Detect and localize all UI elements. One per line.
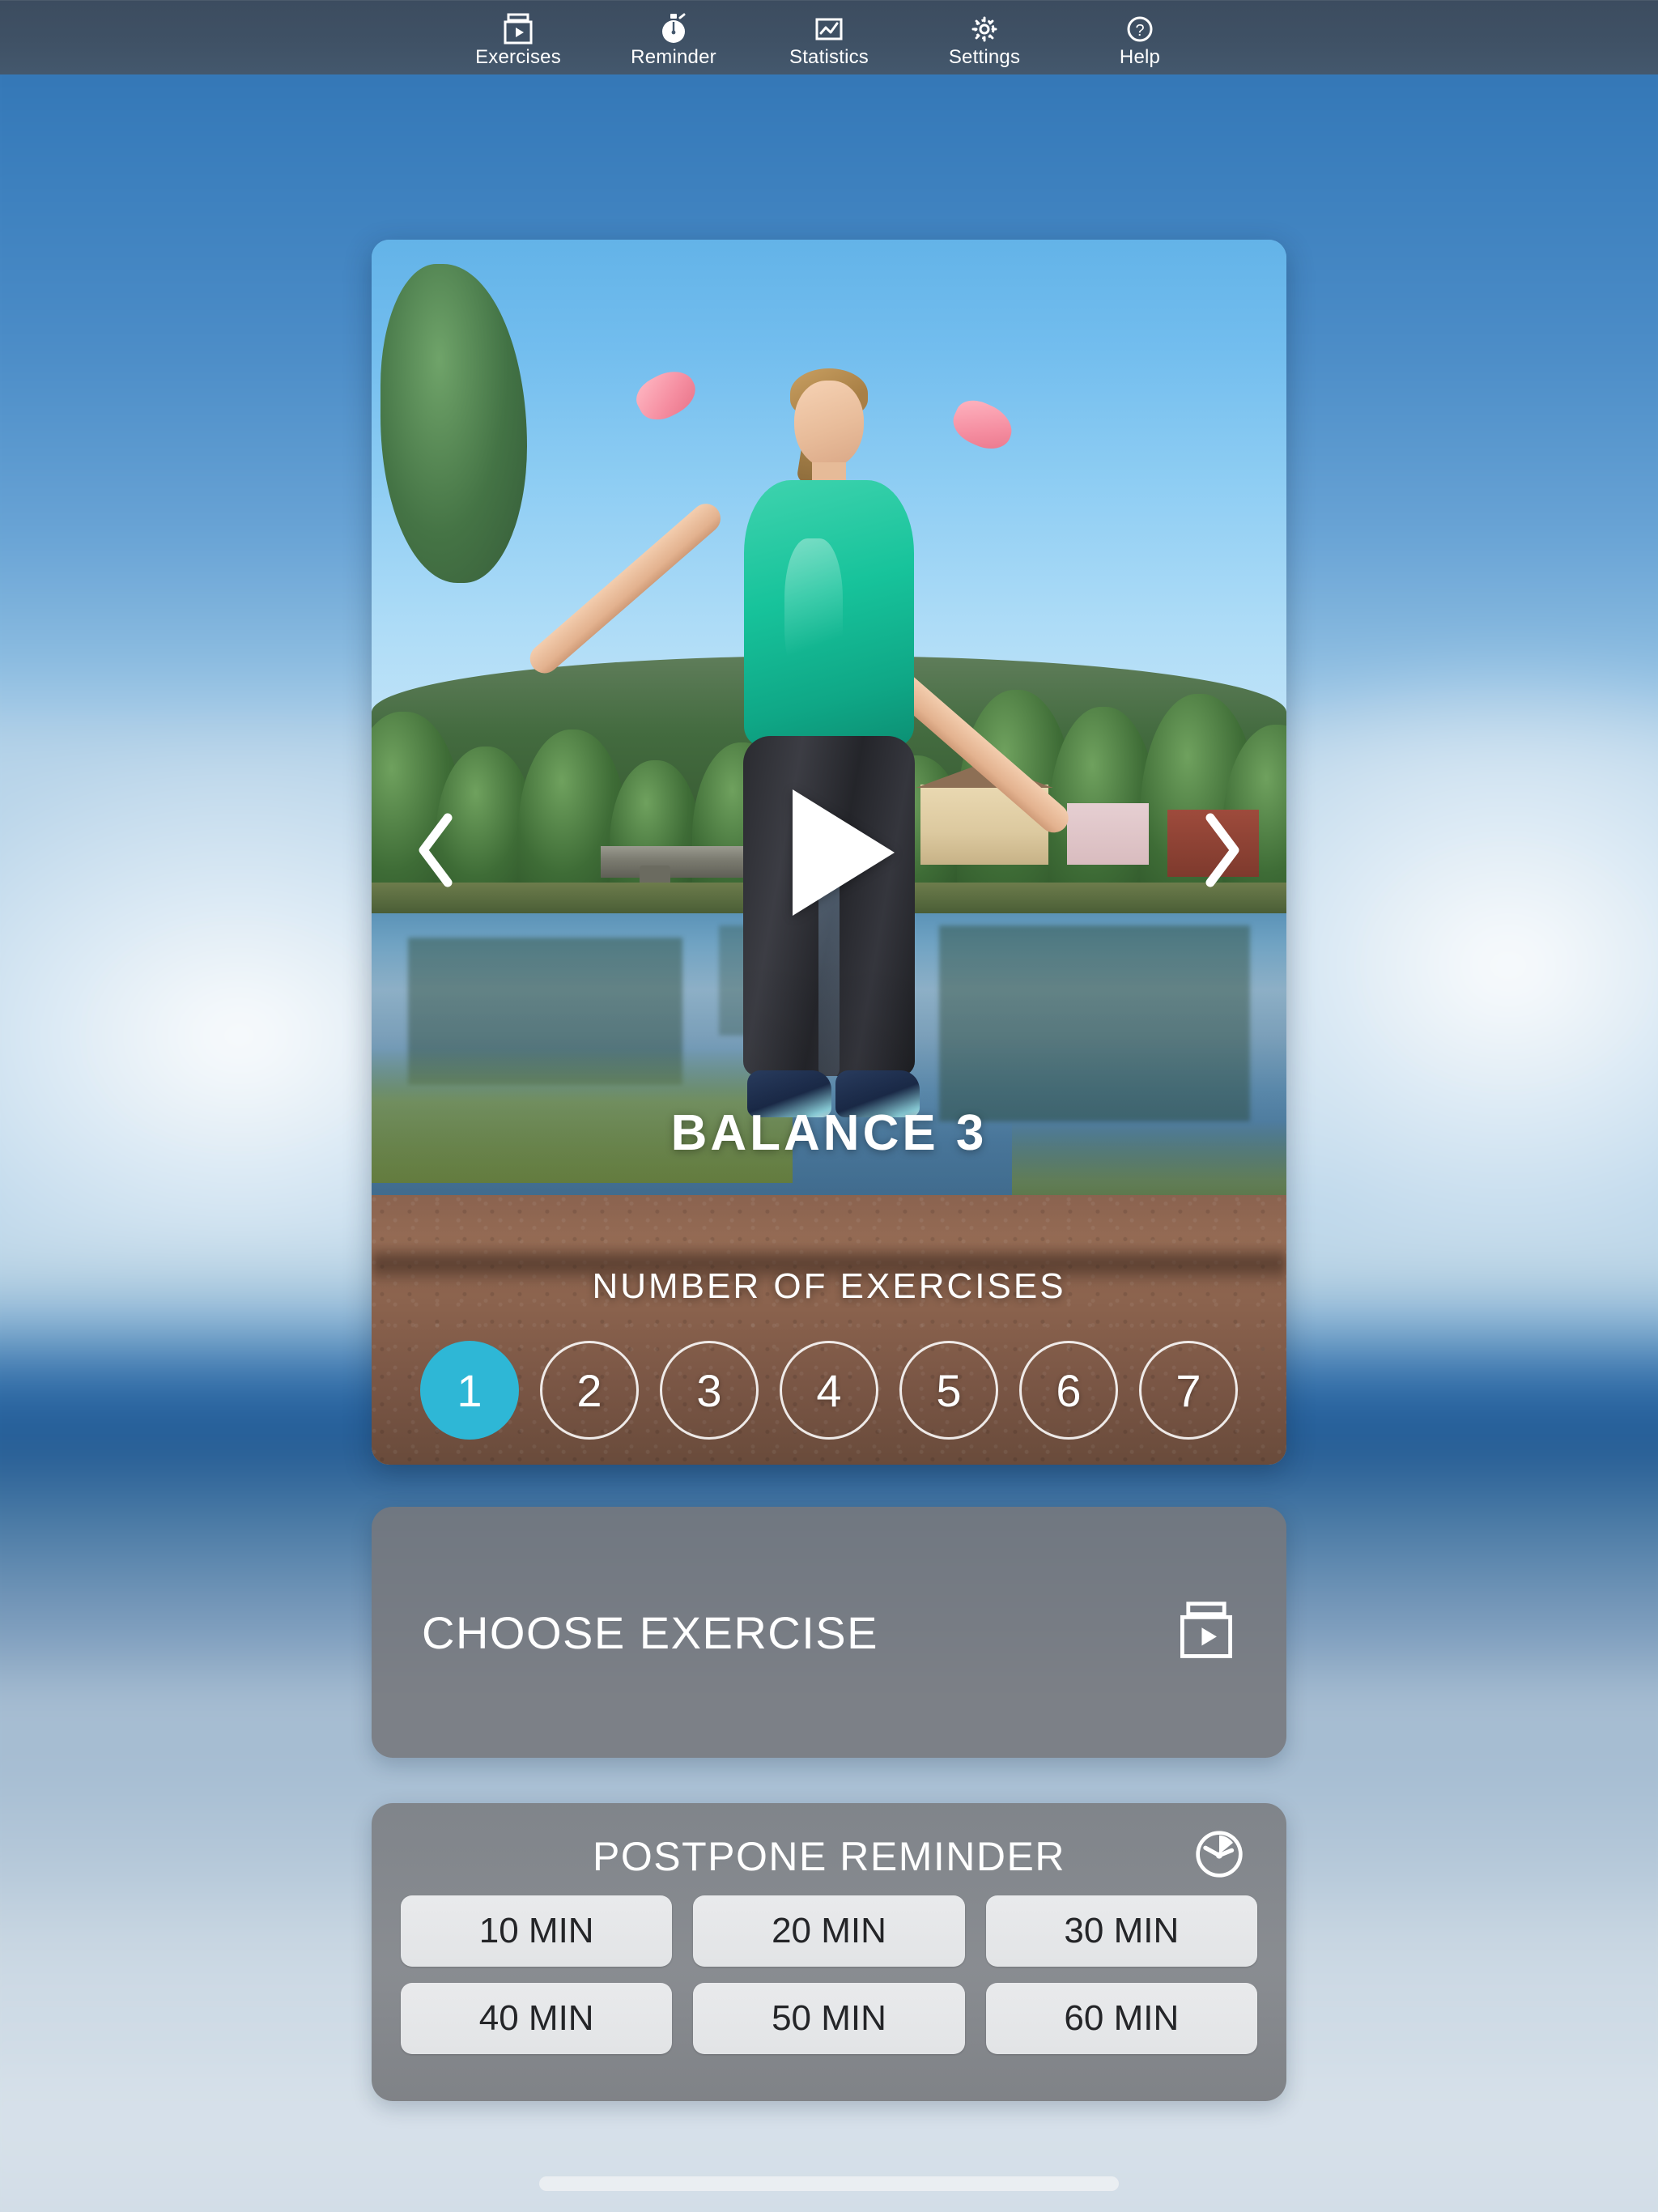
exercise-count-option[interactable]: 3 [660,1341,759,1440]
exercise-count-option[interactable]: 7 [1139,1341,1238,1440]
nav-label-statistics: Statistics [789,46,869,68]
question-mark-icon: ? [1124,12,1155,46]
nav-label-help: Help [1119,46,1161,68]
nav-item-settings[interactable]: Settings [907,7,1062,67]
exercise-count-selector: 1 2 3 4 5 6 7 [372,1341,1286,1440]
chevron-right-icon [1197,811,1246,893]
exercise-count-option[interactable]: 1 [420,1341,519,1440]
home-indicator[interactable] [539,2176,1119,2191]
choose-exercise-label: CHOOSE EXERCISE [422,1606,878,1658]
exercise-count-option[interactable]: 6 [1019,1341,1118,1440]
exercise-count-option[interactable]: 4 [780,1341,878,1440]
play-triangle-icon[interactable] [793,789,895,916]
gear-icon [969,12,1000,46]
next-exercise-arrow[interactable] [1192,811,1251,893]
stopwatch-icon [658,12,689,46]
postpone-reminder-header: POSTPONE REMINDER [401,1826,1257,1887]
postpone-options-grid: 10 MIN 20 MIN 30 MIN 40 MIN 50 MIN 60 MI… [401,1895,1257,2054]
number-of-exercises-label: NUMBER OF EXERCISES [592,1266,1066,1306]
postpone-reminder-panel: POSTPONE REMINDER 10 MIN 20 MIN 30 MIN 4… [372,1803,1286,2101]
postpone-option-button[interactable]: 30 MIN [985,1895,1257,1967]
nav-label-settings: Settings [948,46,1021,68]
nav-label-exercises: Exercises [475,46,561,68]
line-chart-icon [814,12,844,46]
main-content: BALANCE 3 NUMBER OF EXERCISES 1 2 3 4 5 … [372,240,1286,2101]
top-navigation-bar: Exercises Reminder Statistics Settings ?… [0,0,1658,74]
exercise-title: BALANCE 3 [670,1105,988,1161]
exercise-count-option[interactable]: 5 [899,1341,998,1440]
chevron-left-icon [412,811,461,893]
previous-exercise-arrow[interactable] [407,811,466,893]
postpone-option-button[interactable]: 40 MIN [401,1983,673,2054]
nav-item-help[interactable]: ? Help [1062,7,1218,67]
postpone-option-button[interactable]: 10 MIN [401,1895,673,1967]
nav-item-statistics[interactable]: Statistics [751,7,907,67]
exercise-count-option[interactable]: 2 [540,1341,639,1440]
nav-item-reminder[interactable]: Reminder [596,7,751,67]
svg-text:?: ? [1135,22,1144,40]
postpone-option-button[interactable]: 60 MIN [985,1983,1257,2054]
postpone-option-button[interactable]: 20 MIN [693,1895,965,1967]
postpone-option-button[interactable]: 50 MIN [693,1983,965,2054]
choose-exercise-button[interactable]: CHOOSE EXERCISE [372,1507,1286,1758]
nav-label-reminder: Reminder [631,46,716,68]
nav-item-exercises[interactable]: Exercises [440,7,596,67]
exercise-video-card[interactable]: BALANCE 3 NUMBER OF EXERCISES 1 2 3 4 5 … [372,240,1286,1465]
video-box-icon [1176,1601,1236,1665]
postpone-reminder-title: POSTPONE REMINDER [593,1834,1065,1879]
video-box-icon [503,12,534,46]
clock-icon [1194,1829,1244,1883]
